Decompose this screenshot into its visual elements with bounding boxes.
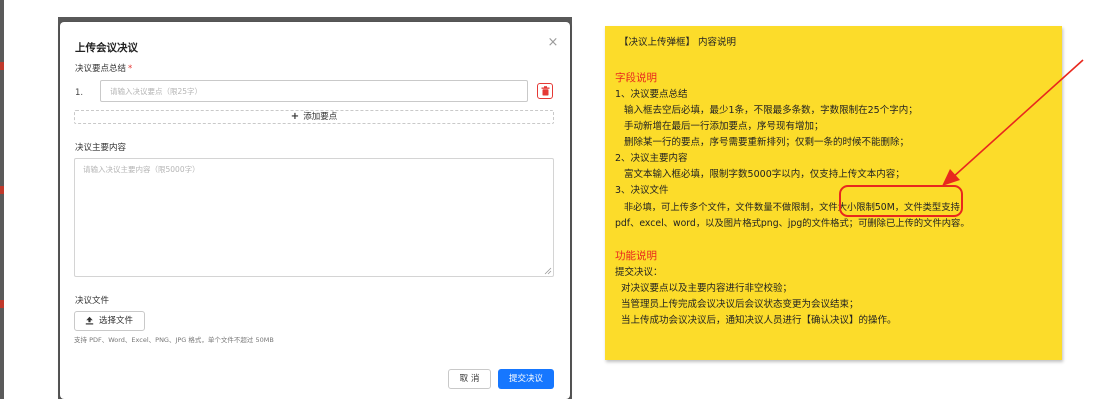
annotation-arrow — [942, 59, 1084, 186]
